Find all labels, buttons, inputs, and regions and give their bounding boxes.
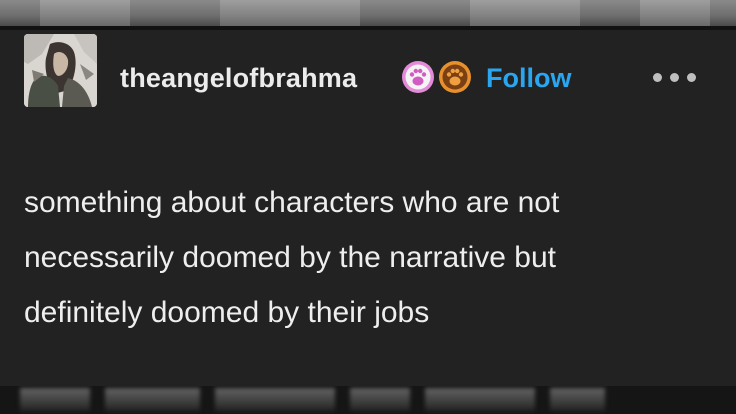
next-post-fragment — [0, 386, 736, 414]
previous-post-fragment — [0, 0, 736, 26]
follow-button[interactable]: Follow — [486, 62, 571, 94]
post-body: something about characters who are not n… — [24, 175, 724, 340]
author-username[interactable]: theangelofbrahma — [120, 62, 357, 94]
avatar-image — [24, 34, 97, 107]
more-options-icon[interactable] — [650, 64, 700, 90]
post-body-line: necessarily doomed by the narrative but — [24, 241, 556, 274]
avatar[interactable] — [24, 34, 97, 107]
post-body-line: definitely doomed by their jobs — [24, 296, 430, 329]
paw-icon[interactable] — [438, 60, 472, 94]
paw-icon[interactable] — [401, 60, 435, 94]
post-body-line: something about characters who are not — [24, 186, 560, 219]
